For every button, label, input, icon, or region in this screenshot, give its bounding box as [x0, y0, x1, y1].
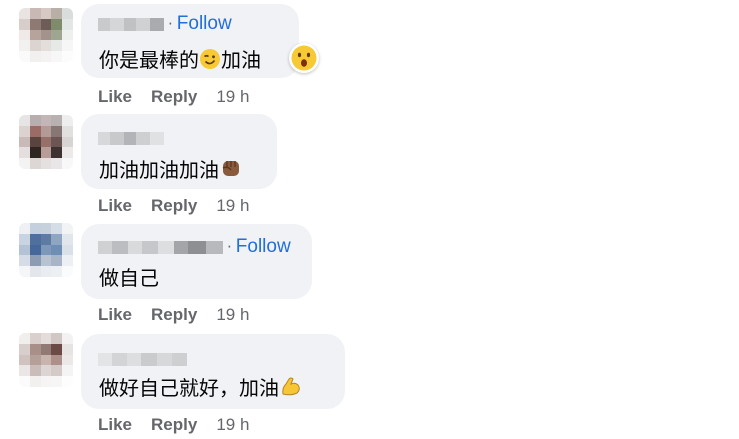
comment-text-after: 加油	[221, 48, 261, 72]
comment-text-main: 做好自己就好，加油	[99, 376, 279, 400]
winking-face-icon	[199, 48, 221, 75]
avatar[interactable]	[19, 115, 73, 169]
comment-text-main: 你是最棒的	[99, 48, 199, 72]
comment-text-main: 做自己	[99, 266, 159, 290]
author-row: · Follow	[98, 236, 291, 258]
avatar[interactable]	[19, 333, 73, 387]
author-name-blurred[interactable]	[98, 352, 187, 366]
comment-actions: Like Reply 19 h	[98, 196, 249, 216]
comment-text: 加油加油加油	[99, 154, 243, 185]
flexed-biceps-icon	[279, 374, 303, 403]
comment-bubble: · Follow 你是最棒的 加油	[81, 4, 299, 78]
avatar[interactable]	[19, 8, 73, 62]
reply-button[interactable]: Reply	[151, 196, 197, 216]
author-name-blurred[interactable]	[98, 240, 223, 254]
avatar[interactable]	[19, 223, 73, 277]
author-row: · Follow	[98, 13, 232, 35]
comment-bubble: 加油加油加油	[81, 114, 277, 189]
comment-bubble: 做好自己就好，加油	[81, 334, 345, 409]
raised-fist-icon	[219, 156, 243, 185]
like-button[interactable]: Like	[98, 305, 132, 325]
timestamp[interactable]: 19 h	[216, 305, 249, 325]
separator-dot: ·	[168, 15, 173, 33]
timestamp[interactable]: 19 h	[216, 196, 249, 216]
comment-text: 做自己	[99, 262, 159, 291]
author-name-blurred[interactable]	[98, 131, 164, 145]
reply-button[interactable]: Reply	[151, 415, 197, 435]
comment-text-main: 加油加油加油	[99, 158, 219, 182]
like-button[interactable]: Like	[98, 415, 132, 435]
comment-text: 做好自己就好，加油	[99, 372, 303, 403]
reply-button[interactable]: Reply	[151, 87, 197, 107]
comment-text: 你是最棒的 加油	[99, 44, 261, 75]
reply-button[interactable]: Reply	[151, 305, 197, 325]
astonished-face-icon[interactable]	[289, 43, 319, 73]
like-button[interactable]: Like	[98, 196, 132, 216]
follow-button[interactable]: Follow	[236, 236, 291, 258]
author-row	[98, 130, 164, 146]
author-name-blurred[interactable]	[98, 17, 164, 31]
comment-bubble: · Follow 做自己	[81, 224, 312, 299]
separator-dot: ·	[227, 238, 232, 256]
author-row	[98, 351, 187, 367]
like-button[interactable]: Like	[98, 87, 132, 107]
comment-actions: Like Reply 19 h	[98, 415, 249, 435]
comment-actions: Like Reply 19 h	[98, 305, 249, 325]
timestamp[interactable]: 19 h	[216, 87, 249, 107]
timestamp[interactable]: 19 h	[216, 415, 249, 435]
follow-button[interactable]: Follow	[177, 13, 232, 35]
comment-actions: Like Reply 19 h	[98, 87, 249, 107]
